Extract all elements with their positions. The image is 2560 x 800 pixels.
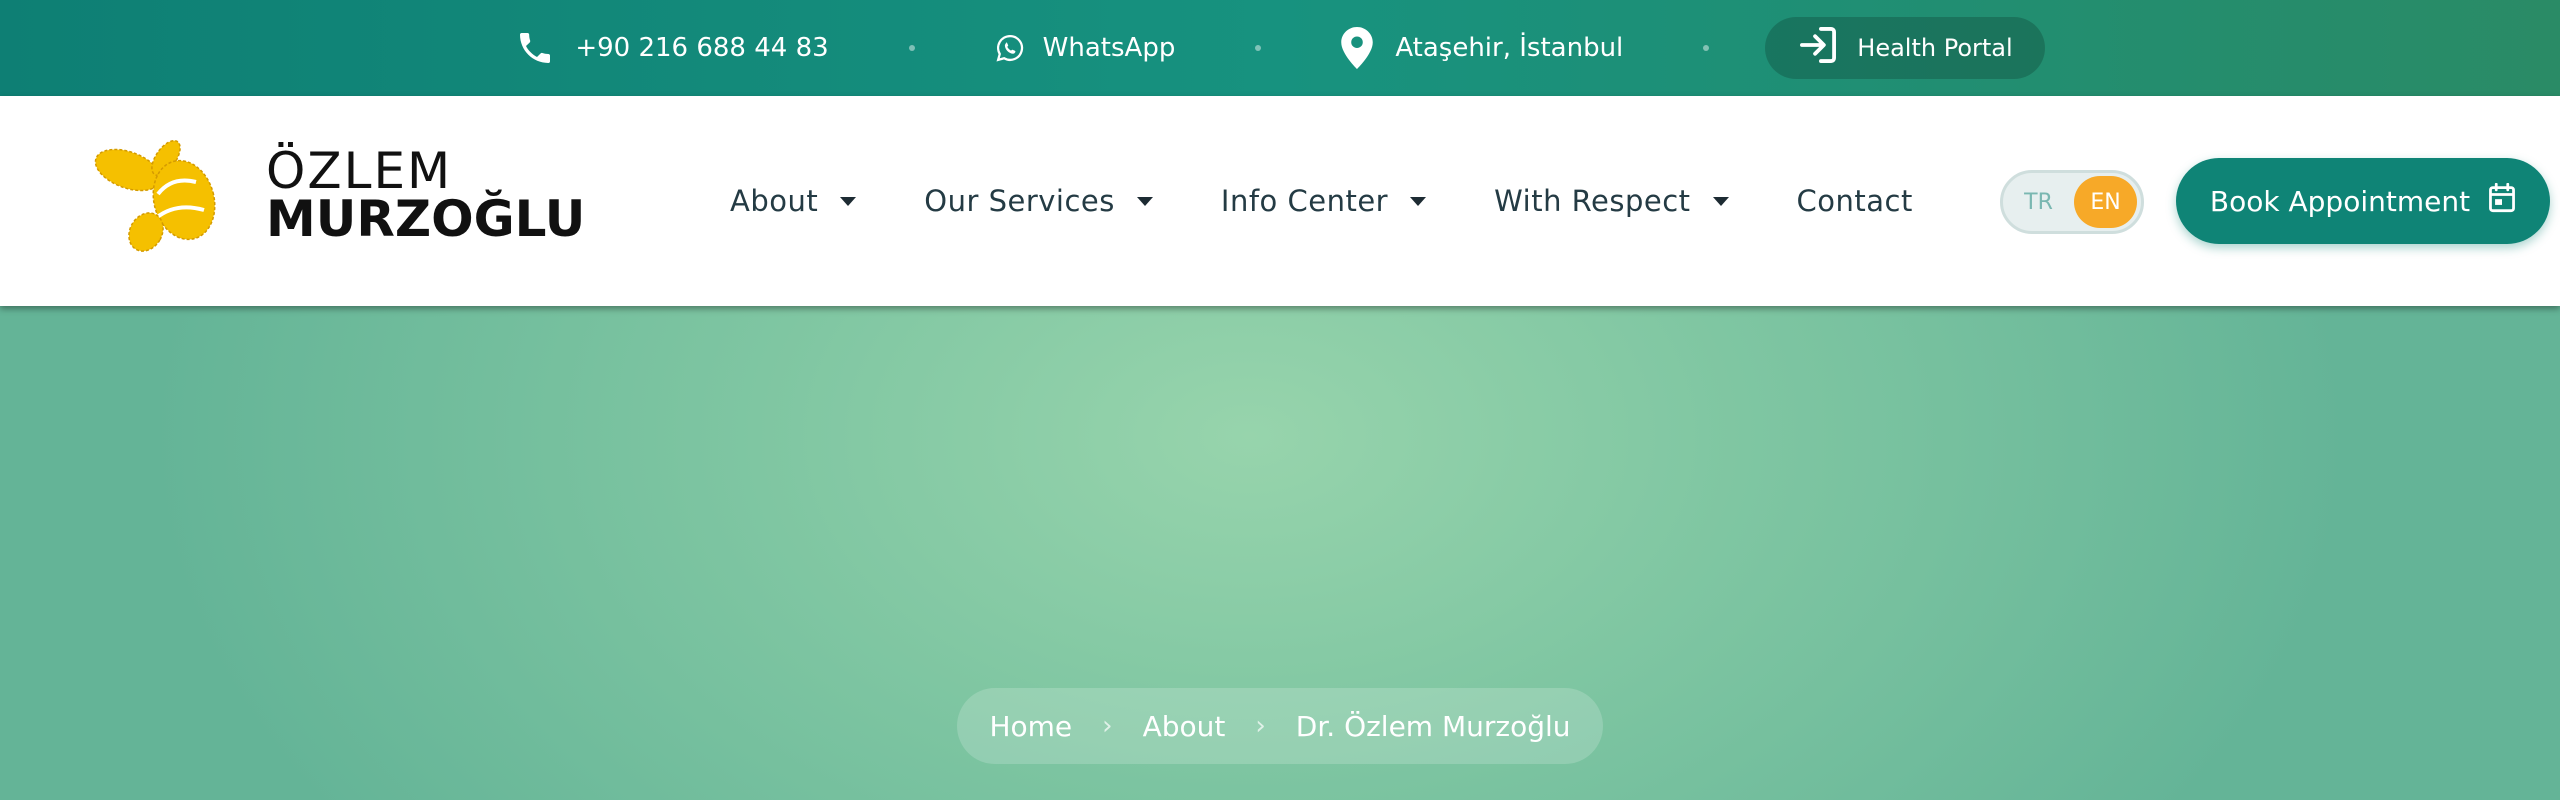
separator-dot	[1703, 45, 1710, 51]
whatsapp-link[interactable]: WhatsApp	[995, 33, 1176, 63]
bee-logo-icon	[92, 136, 222, 260]
caret-down-icon	[1410, 196, 1427, 206]
breadcrumb-about[interactable]: About	[1143, 710, 1226, 743]
nav-label: With Respect	[1494, 184, 1691, 218]
nav-label: Our Services	[924, 184, 1115, 218]
location-pin-icon	[1341, 27, 1374, 69]
lang-option-tr[interactable]: TR	[2007, 176, 2070, 228]
nav-label: Contact	[1796, 184, 1913, 218]
whatsapp-icon	[995, 33, 1025, 63]
breadcrumb-home[interactable]: Home	[989, 710, 1072, 743]
location-label: Ataşehir, İstanbul	[1395, 33, 1624, 63]
nav-item-services[interactable]: Our Services	[924, 184, 1153, 218]
calendar-icon	[2470, 182, 2516, 220]
logo-line-1: ÖZLEM	[266, 142, 453, 200]
nav-item-contact[interactable]: Contact	[1797, 184, 1913, 218]
whatsapp-label: WhatsApp	[1042, 33, 1176, 63]
health-portal-button[interactable]: Health Portal	[1765, 17, 2045, 79]
chevron-right-icon: ›	[1255, 711, 1266, 741]
nav-item-about[interactable]: About	[730, 184, 857, 218]
logo-line-2: MURZOĞLU	[266, 190, 586, 248]
caret-down-icon	[1136, 196, 1153, 206]
chevron-right-icon: ›	[1102, 711, 1113, 741]
site-header: ÖZLEM MURZOĞLU About Our Services Info C…	[0, 96, 2560, 306]
nav-label: Info Center	[1220, 184, 1389, 218]
phone-link[interactable]: +90 216 688 44 83	[515, 28, 829, 68]
breadcrumb-current: Dr. Özlem Murzoğlu	[1295, 709, 1571, 743]
caret-down-icon	[1712, 196, 1729, 206]
hero-banner: Home › About › Dr. Özlem Murzoğlu	[0, 306, 2560, 800]
caret-down-icon	[840, 196, 857, 206]
phone-icon	[515, 28, 555, 68]
nav-item-with-respect[interactable]: With Respect	[1494, 184, 1729, 218]
lang-option-en[interactable]: EN	[2074, 176, 2137, 228]
login-icon	[1797, 26, 1839, 70]
separator-dot	[1255, 45, 1262, 51]
top-info-bar: +90 216 688 44 83 WhatsApp Ataşehir, İst…	[0, 0, 2560, 96]
phone-number: +90 216 688 44 83	[575, 33, 829, 63]
nav-label: About	[730, 184, 819, 218]
book-appointment-button[interactable]: Book Appointment	[2176, 158, 2550, 244]
book-appointment-label: Book Appointment	[2209, 184, 2471, 218]
nav-item-info-center[interactable]: Info Center	[1220, 184, 1427, 218]
separator-dot	[908, 45, 915, 51]
main-nav: About Our Services Info Center With Resp…	[730, 96, 1981, 306]
location-link[interactable]: Ataşehir, İstanbul	[1341, 27, 1623, 69]
language-toggle[interactable]: TR EN	[2000, 170, 2144, 234]
logo[interactable]: ÖZLEM MURZOĞLU	[92, 136, 585, 256]
health-portal-label: Health Portal	[1857, 34, 2013, 62]
breadcrumb: Home › About › Dr. Özlem Murzoğlu	[957, 688, 1603, 764]
